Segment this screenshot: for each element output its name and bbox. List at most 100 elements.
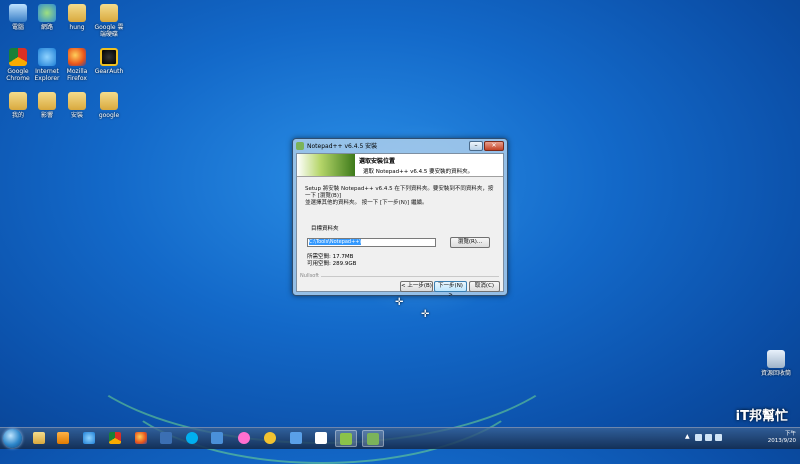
header-banner-image: [297, 154, 355, 176]
next-button[interactable]: 下一步(N) >: [434, 281, 467, 298]
calculator-icon: [315, 432, 327, 444]
tray-volume-icon[interactable]: [705, 434, 712, 441]
gear-icon: [100, 48, 118, 66]
close-button[interactable]: ✕: [484, 140, 504, 151]
desktop-icon-label: GearAuth: [94, 68, 124, 75]
desktop-icon-label: 我的: [11, 112, 24, 119]
destination-folder-label: 目標資料夾: [311, 226, 339, 232]
folder-icon: [100, 92, 118, 110]
desktop-icon-computer[interactable]: 電腦: [3, 4, 33, 31]
taskbar-chrome[interactable]: [104, 430, 126, 447]
taskbar-chat[interactable]: [155, 430, 177, 447]
path-value: C:\Tools\Notepad++\: [309, 239, 362, 245]
taskbar-explorer[interactable]: [28, 430, 50, 447]
desktop-icon-network[interactable]: 網路: [32, 4, 62, 31]
desktop-icon-chrome[interactable]: Google Chrome: [3, 48, 33, 82]
app-icon: [340, 433, 352, 445]
desktop-icon-recycle-bin[interactable]: 資源回收筒: [759, 350, 793, 377]
desktop-icon-label: 網路: [40, 24, 53, 31]
clock-time: 下午: [784, 431, 796, 437]
plane-icon: [290, 432, 302, 444]
installer-window: Notepad++ v6.4.5 安裝 – ✕ 選取安裝位置 選取 Notepa…: [292, 138, 508, 298]
busy-cursor: ✛: [395, 297, 404, 308]
desktop-icon-label: 資源回收筒: [760, 370, 791, 377]
desktop-icon-label: Google Chrome: [6, 68, 30, 82]
desktop-icon-label: Mozilla Firefox: [66, 68, 88, 82]
folder-icon: [38, 92, 56, 110]
folder-icon: [100, 4, 118, 22]
divider: [321, 276, 499, 277]
tray-network-icon[interactable]: [695, 434, 702, 441]
desktop-icon-label: 電腦: [11, 24, 24, 31]
desktop-icon-google-drive[interactable]: Google 雲端硬碟: [94, 4, 124, 38]
app-icon: [211, 432, 223, 444]
window-title: Notepad++ v6.4.5 安裝: [307, 143, 378, 150]
computer-icon: [9, 4, 27, 22]
folder-icon: [33, 432, 45, 444]
chat-icon: [160, 432, 172, 444]
desktop-icon-label: Google 雲端硬碟: [94, 24, 124, 38]
folder-icon: [68, 4, 86, 22]
taskbar-app[interactable]: [206, 430, 228, 447]
mouse-cursor: ✛: [421, 309, 430, 320]
installer-header: 選取安裝位置 選取 Notepad++ v6.4.5 要安裝的資料夾。: [297, 154, 503, 177]
desktop-icon-google[interactable]: google: [94, 92, 124, 119]
notepad-app-icon: [296, 141, 304, 150]
desktop-icon-firefox[interactable]: Mozilla Firefox: [62, 48, 92, 82]
disk-space-info: 所需空間: 17.7MB 可用空間: 289.9GB: [307, 254, 356, 268]
firefox-icon: [135, 432, 147, 444]
desktop: { "desktop": { "icons": [ {"label":"電腦",…: [0, 0, 800, 464]
skype-icon: [186, 432, 198, 444]
desktop-icon-label: hung: [69, 24, 85, 31]
browse-button[interactable]: 瀏覽(R)...: [450, 237, 490, 248]
minimize-button[interactable]: –: [469, 140, 483, 151]
tray-flag-icon[interactable]: [715, 434, 722, 441]
taskbar-app-active[interactable]: [335, 430, 357, 447]
desktop-icon-label: 影響: [40, 112, 53, 119]
back-button[interactable]: < 上一步(B): [400, 281, 433, 292]
taskbar-plane[interactable]: [285, 430, 307, 447]
taskbar-emoticon[interactable]: [233, 430, 255, 447]
taskbar-firefox[interactable]: [130, 430, 152, 447]
desktop-icon-ie[interactable]: Internet Explorer: [32, 48, 62, 82]
title-bar[interactable]: Notepad++ v6.4.5 安裝 – ✕: [293, 139, 507, 152]
game-icon: [264, 432, 276, 444]
folder-icon: [9, 92, 27, 110]
desktop-icon-label: google: [98, 112, 120, 119]
firefox-icon: [68, 48, 86, 66]
installer-body: 選取安裝位置 選取 Notepad++ v6.4.5 要安裝的資料夾。 Setu…: [296, 153, 504, 298]
desktop-icon-folder[interactable]: 影響: [32, 92, 62, 119]
network-icon: [38, 4, 56, 22]
taskbar-ie[interactable]: [78, 430, 100, 447]
desktop-icon-folder[interactable]: 我的: [3, 92, 33, 119]
folder-icon: [68, 92, 86, 110]
desktop-icon-gearauth[interactable]: GearAuth: [94, 48, 124, 75]
cancel-button[interactable]: 取消(C): [469, 281, 500, 292]
installer-icon: [367, 433, 379, 445]
tray-up-arrow-icon[interactable]: ▲: [685, 434, 692, 441]
start-button[interactable]: [3, 429, 22, 448]
chrome-icon: [109, 432, 121, 444]
destination-path-input[interactable]: C:\Tools\Notepad++\: [307, 238, 436, 247]
taskbar-skype[interactable]: [181, 430, 203, 447]
chrome-icon: [9, 48, 27, 66]
clock-date: 2013/9/20: [767, 438, 796, 444]
description-line: 並選擇其他的資料夾。 按一下 [下一步(N)] 繼續。: [305, 200, 428, 206]
space-required: 所需空間: 17.7MB: [307, 254, 354, 260]
desktop-icon-hung[interactable]: hung: [62, 4, 92, 31]
space-available: 可用空間: 289.9GB: [307, 261, 357, 267]
description-line: Setup 將安裝 Notepad++ v6.4.5 在下列資料夾。要安裝到不同…: [305, 186, 494, 199]
desktop-icon-folder[interactable]: 安裝: [62, 92, 92, 119]
nullsoft-brand: Nullsoft: [300, 273, 319, 279]
taskbar-media-player[interactable]: [52, 430, 74, 447]
desktop-icon-label: Internet Explorer: [34, 68, 60, 82]
ithome-logo: iT邦幫忙: [735, 409, 788, 424]
taskbar-game[interactable]: [259, 430, 281, 447]
taskbar-calculator[interactable]: [310, 430, 332, 447]
taskbar-notepad-installer[interactable]: [362, 430, 384, 447]
header-title: 選取安裝位置: [359, 158, 396, 165]
ie-icon: [38, 48, 56, 66]
emoticon-icon: [238, 432, 250, 444]
recycle-bin-icon: [767, 350, 785, 368]
tray-clock[interactable]: 下午 2013/9/20: [768, 431, 796, 445]
